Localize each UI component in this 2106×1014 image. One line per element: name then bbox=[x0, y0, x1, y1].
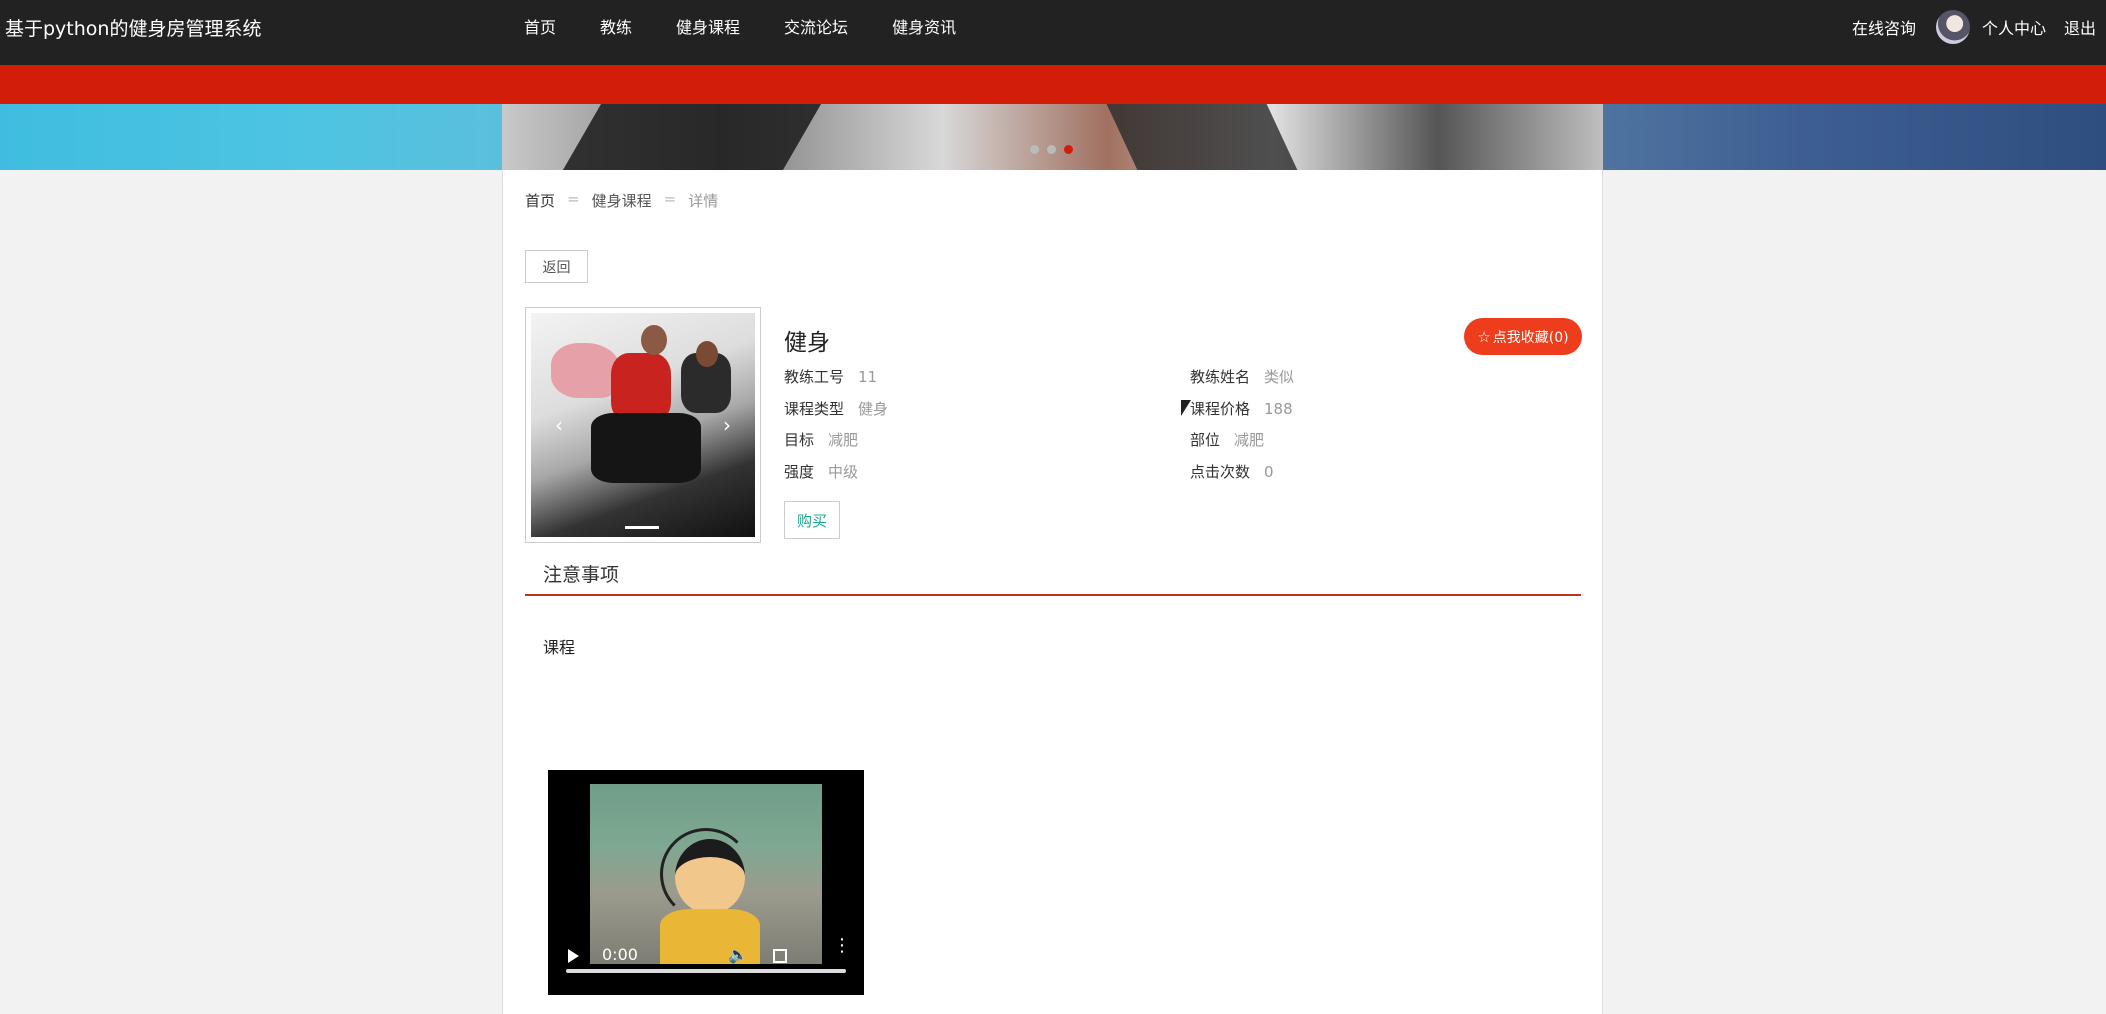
accent-bar bbox=[0, 65, 2106, 104]
fullscreen-icon[interactable] bbox=[773, 949, 787, 963]
attr-value: 188 bbox=[1264, 400, 1293, 418]
video-time: 0:00 bbox=[602, 945, 638, 964]
attr-goal: 目标 减肥 bbox=[784, 429, 858, 450]
breadcrumb-courses[interactable]: 健身课程 bbox=[592, 190, 652, 211]
attr-body-part: 部位 减肥 bbox=[1190, 429, 1264, 450]
image-shape bbox=[591, 413, 701, 483]
attr-value: 减肥 bbox=[1234, 431, 1265, 449]
attr-value: 中级 bbox=[828, 463, 859, 481]
attr-intensity: 强度 中级 bbox=[784, 461, 858, 482]
attr-coach-id: 教练工号 11 bbox=[784, 366, 877, 387]
course-section-heading: 课程 bbox=[543, 638, 576, 657]
attr-key: 课程类型 bbox=[784, 400, 845, 418]
banner-image bbox=[502, 104, 1603, 170]
course-image-carousel: ‹ › bbox=[525, 307, 761, 543]
nav-courses[interactable]: 健身课程 bbox=[676, 14, 740, 38]
attr-course-price: 课程价格 188 bbox=[1190, 398, 1293, 419]
main-content: 首页 = 健身课程 = 详情 返回 ‹ › 健身 ☆ 点我收藏(0) 教练工号 1… bbox=[502, 170, 1603, 1014]
carousel-indicator[interactable] bbox=[625, 526, 659, 529]
breadcrumb-separator: = bbox=[663, 190, 677, 208]
image-shape bbox=[641, 325, 667, 355]
play-icon[interactable] bbox=[568, 949, 579, 963]
attr-key: 目标 bbox=[784, 431, 815, 449]
loading-spinner-icon bbox=[660, 828, 752, 920]
course-title: 健身 bbox=[784, 330, 830, 356]
attr-value: 类似 bbox=[1264, 368, 1295, 386]
volume-icon[interactable]: 🔈 bbox=[728, 945, 748, 964]
attr-key: 强度 bbox=[784, 463, 815, 481]
attr-click-count: 点击次数 0 bbox=[1190, 461, 1274, 482]
attr-key: 点击次数 bbox=[1190, 463, 1251, 481]
attr-value: 11 bbox=[858, 368, 878, 386]
chevron-right-icon[interactable]: › bbox=[723, 413, 731, 437]
banner-indicators bbox=[1030, 145, 1073, 154]
favorite-label: 点我收藏(0) bbox=[1492, 329, 1569, 346]
breadcrumb-separator: = bbox=[567, 190, 580, 208]
online-consult-link[interactable]: 在线咨询 bbox=[1852, 15, 1916, 39]
divider bbox=[525, 594, 1581, 596]
banner-shape bbox=[562, 104, 822, 170]
logout-link[interactable]: 退出 bbox=[2064, 15, 2096, 39]
attr-value: 减肥 bbox=[828, 431, 859, 449]
notice-title: 注意事项 bbox=[543, 564, 620, 586]
attr-key: 课程价格 bbox=[1190, 400, 1251, 418]
breadcrumb: 首页 = 健身课程 = 详情 bbox=[525, 190, 718, 211]
attr-key: 部位 bbox=[1190, 431, 1221, 449]
nav-forum[interactable]: 交流论坛 bbox=[784, 14, 848, 38]
back-button[interactable]: 返回 bbox=[525, 250, 588, 283]
chevron-left-icon[interactable]: ‹ bbox=[555, 413, 563, 437]
attr-course-type: 课程类型 健身 bbox=[784, 398, 888, 419]
banner-dot-1[interactable] bbox=[1030, 145, 1039, 154]
nav-home[interactable]: 首页 bbox=[524, 14, 556, 38]
personal-center-link[interactable]: 个人中心 bbox=[1982, 15, 2046, 39]
attr-value: 0 bbox=[1264, 463, 1274, 481]
breadcrumb-current: 详情 bbox=[688, 192, 719, 210]
star-icon: ☆ bbox=[1477, 327, 1491, 346]
banner-dot-3[interactable] bbox=[1064, 145, 1073, 154]
buy-button[interactable]: 购买 bbox=[784, 501, 840, 539]
attr-coach-name: 教练姓名 类似 bbox=[1190, 366, 1294, 387]
avatar[interactable] bbox=[1935, 10, 1970, 44]
banner-shape bbox=[1106, 104, 1298, 170]
video-player[interactable]: 0:00 🔈 ⋮ bbox=[548, 770, 864, 995]
video-progress-bar[interactable] bbox=[566, 969, 846, 973]
attr-value: 健身 bbox=[858, 400, 889, 418]
main-nav: 首页 教练 健身课程 交流论坛 健身资讯 bbox=[524, 14, 1000, 38]
user-nav: 在线咨询 个人中心 退出 bbox=[1852, 10, 2096, 44]
attr-key: 教练工号 bbox=[784, 368, 845, 386]
favorite-button[interactable]: ☆ 点我收藏(0) bbox=[1464, 318, 1582, 355]
nav-coaches[interactable]: 教练 bbox=[600, 14, 632, 38]
breadcrumb-home[interactable]: 首页 bbox=[525, 190, 555, 211]
banner-dot-2[interactable] bbox=[1047, 145, 1056, 154]
image-shape bbox=[696, 341, 718, 367]
nav-news[interactable]: 健身资讯 bbox=[892, 14, 956, 38]
site-title: 基于python的健身房管理系统 bbox=[5, 18, 262, 40]
top-navbar: 基于python的健身房管理系统 首页 教练 健身课程 交流论坛 健身资讯 在线… bbox=[0, 0, 2106, 65]
attr-key: 教练姓名 bbox=[1190, 368, 1251, 386]
mouse-cursor-icon bbox=[1181, 400, 1191, 416]
video-controls: 0:00 🔈 ⋮ bbox=[548, 935, 864, 995]
course-image: ‹ › bbox=[531, 313, 755, 537]
more-options-icon[interactable]: ⋮ bbox=[833, 937, 851, 955]
